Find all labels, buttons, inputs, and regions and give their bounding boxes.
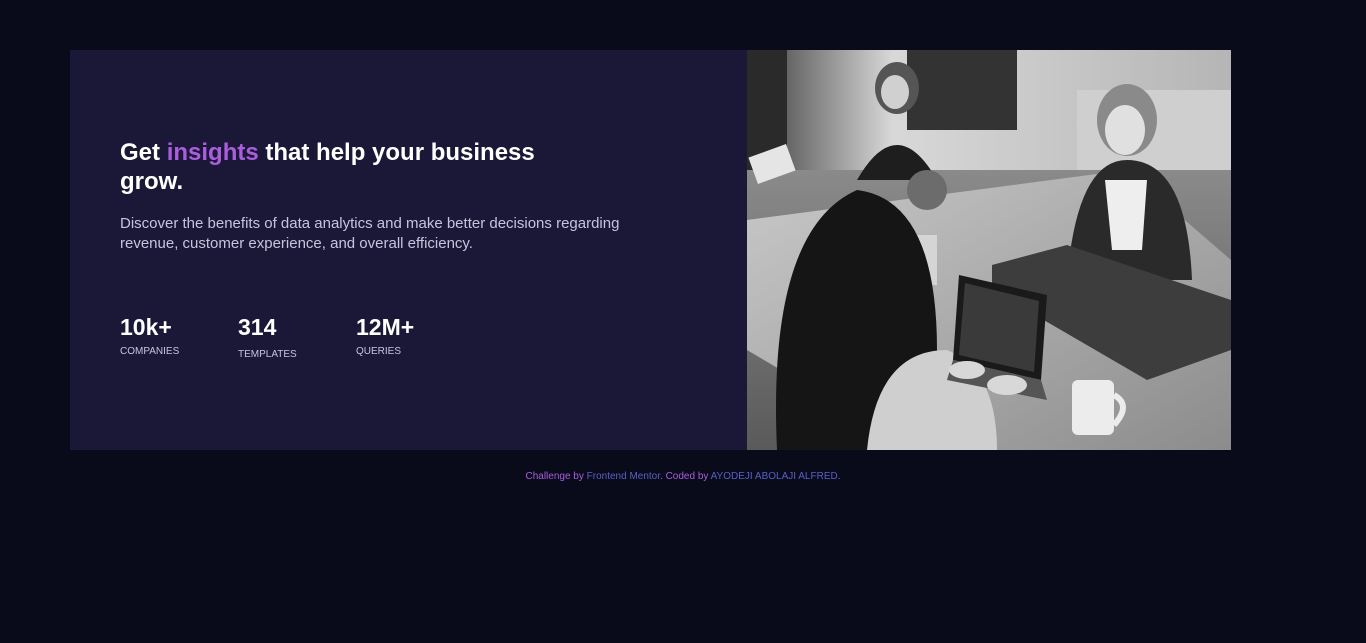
stat-label: TEMPLATES [238,349,297,360]
challenge-by-text: Challenge by [525,471,584,482]
headline-start: Get [120,139,161,166]
footer-end: . [837,471,841,482]
author-link[interactable]: AYODEJI ABOLAJI ALFRED [711,471,838,482]
office-photo [747,50,1231,450]
stat-label: COMPANIES [120,346,180,357]
stats-preview-card: Get insights that help your business gro… [70,50,1231,450]
attribution: Challenge by Frontend Mentor. Coded by A… [0,471,1366,482]
headline-accent: insights [166,139,259,166]
stat-companies: 10k+ COMPANIES [120,314,238,360]
stat-label: QUERIES [356,346,402,357]
office-photo-illustration [747,50,1231,450]
headline: Get insights that help your business gro… [120,138,570,196]
description: Discover the benefits of data analytics … [120,215,620,252]
coded-by-text: . Coded by [660,471,709,482]
stat-value: 314 [238,314,277,340]
frontend-mentor-link[interactable]: Frontend Mentor [587,471,660,482]
card-content: Get insights that help your business gro… [70,50,747,450]
stat-templates: 314 TEMPLATES [238,314,356,360]
stat-value: 12M+ [356,314,415,340]
stat-value: 10k+ [120,314,172,340]
stat-queries: 12M+ QUERIES [356,314,474,360]
stats-list: 10k+ COMPANIES 314 TEMPLATES 12M+ QUERIE… [120,314,474,360]
